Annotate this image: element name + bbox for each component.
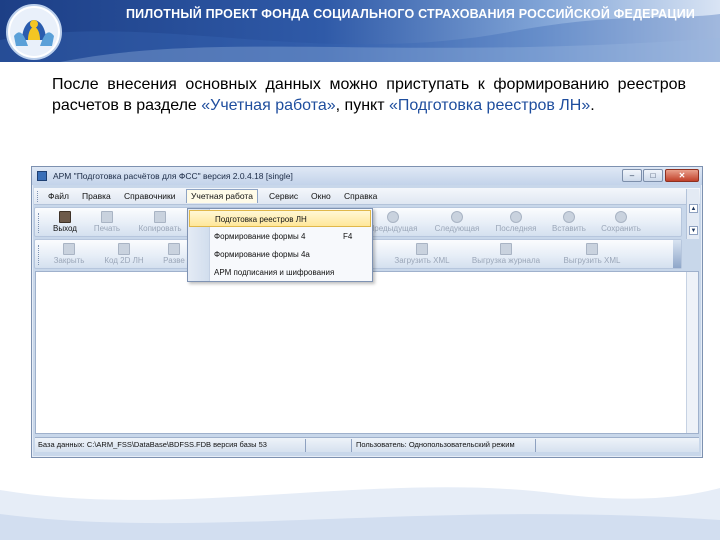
load-xml-button[interactable]: Загрузить XML xyxy=(387,242,457,268)
export-xml-icon xyxy=(586,243,598,255)
status-bar: База данных: C:\ARM_FSS\DataBase\BDFSS.F… xyxy=(35,437,699,452)
print-icon xyxy=(101,211,113,223)
slide-header: ПИЛОТНЫЙ ПРОЕКТ ФОНДА СОЦИАЛЬНОГО СТРАХО… xyxy=(0,0,720,62)
intro-text-2: , пункт xyxy=(335,97,389,114)
previous-icon xyxy=(387,211,399,223)
menu-item-form-4[interactable]: Формирование формы 4 F4 xyxy=(189,228,371,245)
menu-help[interactable]: Справка xyxy=(344,191,377,201)
window-titlebar[interactable]: АРМ "Подготовка расчётов для ФСС" версия… xyxy=(32,167,702,185)
next-icon xyxy=(451,211,463,223)
copy-button[interactable]: Копировать xyxy=(135,210,185,236)
status-separator xyxy=(351,439,352,452)
menu-file[interactable]: Файл xyxy=(48,191,69,201)
export-log-button[interactable]: Выгрузка журнала xyxy=(463,242,549,268)
intro-text-end: . xyxy=(590,97,595,114)
window-title: АРМ "Подготовка расчётов для ФСС" версия… xyxy=(53,171,293,181)
menu-item-signing-arm[interactable]: АРМ подписания и шифрования xyxy=(189,264,371,281)
toolbar-grip[interactable] xyxy=(38,213,41,233)
expand-icon xyxy=(168,243,180,255)
export-xml-label: Выгрузить XML xyxy=(563,256,621,265)
copy-label: Копировать xyxy=(138,224,182,233)
print-button[interactable]: Печать xyxy=(87,210,127,236)
save-icon xyxy=(615,211,627,223)
insert-label: Вставить xyxy=(552,224,586,233)
save-button[interactable]: Сохранить xyxy=(595,210,647,236)
scroll-up-icon[interactable]: ▲ xyxy=(689,204,698,213)
menu-item-form-4a[interactable]: Формирование формы 4а xyxy=(189,246,371,263)
intro-item-name: «Подготовка реестров ЛН» xyxy=(388,97,591,114)
load-xml-label: Загрузить XML xyxy=(394,256,450,265)
export-xml-button[interactable]: Выгрузить XML xyxy=(557,242,627,268)
status-separator xyxy=(305,439,306,452)
copy-icon xyxy=(154,211,166,223)
export-log-label: Выгрузка журнала xyxy=(471,256,541,265)
menu-item-label: АРМ подписания и шифрования xyxy=(214,268,335,277)
previous-button[interactable]: Предыдущая xyxy=(365,210,421,236)
menu-accounting-work[interactable]: Учетная работа xyxy=(186,189,258,203)
intro-section-name: «Учетная работа» xyxy=(201,97,336,114)
scroll-down-icon[interactable]: ▼ xyxy=(689,226,698,235)
menu-item-label: Подготовка реестров ЛН xyxy=(215,215,307,224)
menu-bar: Файл Правка Справочники Учетная работа С… xyxy=(34,188,700,205)
menu-item-label: Формирование формы 4а xyxy=(214,250,310,259)
menu-item-prepare-registers[interactable]: Подготовка реестров ЛН xyxy=(189,210,371,227)
print-label: Печать xyxy=(93,224,121,233)
app-icon xyxy=(37,171,47,181)
close-button[interactable]: ✕ xyxy=(665,169,699,182)
bottom-wave-decoration xyxy=(0,487,720,540)
close-doc-icon xyxy=(63,243,75,255)
load-xml-icon xyxy=(416,243,428,255)
menu-service[interactable]: Сервис xyxy=(269,191,298,201)
next-button[interactable]: Следующая xyxy=(429,210,485,236)
menubar-grip[interactable] xyxy=(37,191,40,202)
menu-references[interactable]: Справочники xyxy=(124,191,176,201)
last-icon xyxy=(510,211,522,223)
workspace-scrollbar[interactable] xyxy=(686,272,698,433)
accounting-work-dropdown: Подготовка реестров ЛН Формирование форм… xyxy=(187,208,373,282)
header-title: ПИЛОТНЫЙ ПРОЕКТ ФОНДА СОЦИАЛЬНОГО СТРАХО… xyxy=(126,7,696,21)
next-label: Следующая xyxy=(434,224,480,233)
barcode-button[interactable]: Код 2D ЛН xyxy=(97,242,151,268)
status-separator xyxy=(535,439,536,452)
barcode-label: Код 2D ЛН xyxy=(104,256,144,265)
save-label: Сохранить xyxy=(601,224,641,233)
menu-item-label: Формирование формы 4 xyxy=(214,232,306,241)
menu-item-shortcut: F4 xyxy=(343,232,353,241)
exit-button[interactable]: Выход xyxy=(45,210,85,236)
status-database: База данных: C:\ARM_FSS\DataBase\BDFSS.F… xyxy=(38,440,267,449)
workspace-area[interactable] xyxy=(35,271,699,434)
maximize-button[interactable]: □ xyxy=(643,169,663,182)
toolbar2-grip[interactable] xyxy=(38,245,41,265)
menu-edit[interactable]: Правка xyxy=(82,191,111,201)
exit-icon xyxy=(59,211,71,223)
status-user: Пользователь: Однопользовательский режим xyxy=(356,440,515,449)
previous-label: Предыдущая xyxy=(368,224,418,233)
intro-paragraph: После внесения основных данных можно при… xyxy=(52,74,686,116)
fss-logo xyxy=(6,4,62,60)
mdi-scrollbar[interactable]: ▲ ▼ xyxy=(686,189,699,239)
toolbar-overflow-button[interactable] xyxy=(673,240,681,268)
close-doc-button[interactable]: Закрыть xyxy=(45,242,93,268)
barcode-icon xyxy=(118,243,130,255)
expand-label: Разве xyxy=(163,256,185,265)
exit-label: Выход xyxy=(53,224,77,233)
insert-button[interactable]: Вставить xyxy=(547,210,591,236)
last-button[interactable]: Последняя xyxy=(490,210,542,236)
menu-window[interactable]: Окно xyxy=(311,191,331,201)
last-label: Последняя xyxy=(495,224,537,233)
insert-icon xyxy=(563,211,575,223)
minimize-button[interactable]: – xyxy=(622,169,642,182)
expand-button[interactable]: Разве xyxy=(157,242,191,268)
close-doc-label: Закрыть xyxy=(53,256,85,265)
export-log-icon xyxy=(500,243,512,255)
